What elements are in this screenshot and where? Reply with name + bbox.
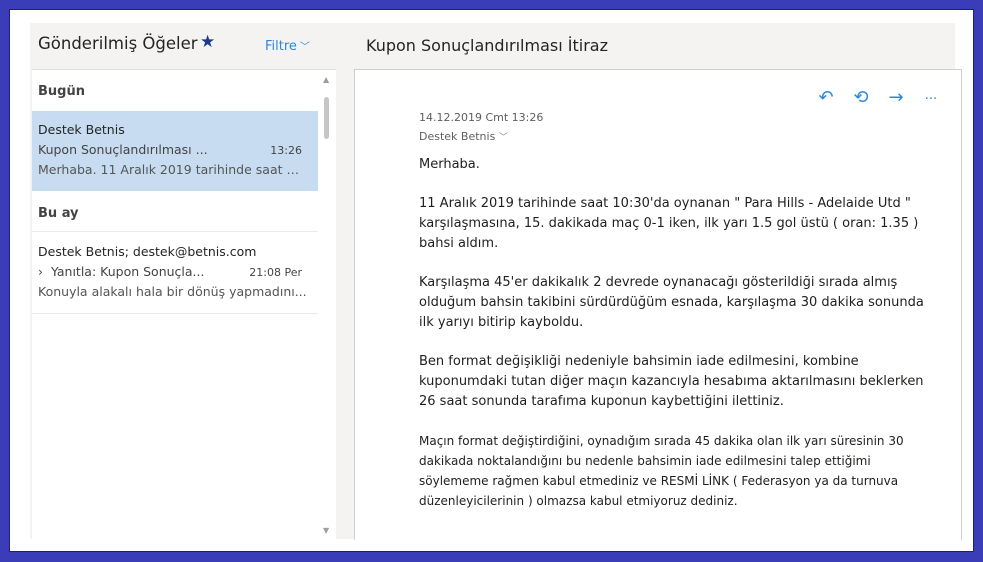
message-subject: Kupon Sonuçlandırılması ... <box>38 142 208 157</box>
reading-pane-header: Kupon Sonuçlandırılması İtiraz <box>344 23 955 69</box>
message-card: ↶ ⟲ → ··· 14.12.2019 Cmt 13:26 Destek Betni… <box>354 69 962 540</box>
message-subject-row: › Yanıtla: Kupon Sonuçla... <box>38 264 228 279</box>
group-header-today: Bugün <box>38 84 85 99</box>
chevron-down-icon: ﹀ <box>498 133 508 143</box>
body-paragraph: Maçın format değiştirdiğini, oynadığım s… <box>419 434 904 508</box>
more-options-icon[interactable]: ··· <box>919 92 943 107</box>
message-date: 14.12.2019 Cmt 13:26 <box>419 111 544 124</box>
message-list-scrollbar[interactable]: ▲ ▼ <box>321 75 333 539</box>
message-subject: Yanıtla: Kupon Sonuçla... <box>50 264 205 279</box>
divider <box>32 231 318 232</box>
folder-title: Gönderilmiş Öğeler <box>38 34 198 53</box>
message-sender: Destek Betnis <box>38 122 125 137</box>
window-frame: Gönderilmiş Öğeler ★ Filtre ﹀ Bugün Deste… <box>9 9 974 552</box>
divider <box>32 313 318 314</box>
reading-subject: Kupon Sonuçlandırılması İtiraz <box>366 36 608 55</box>
reply-icon[interactable]: ↶ <box>814 87 838 108</box>
message-item[interactable]: Destek Betnis; destek@betnis.com › Yanıt… <box>32 233 318 313</box>
message-time: 21:08 Per <box>249 266 302 279</box>
message-sender: Destek Betnis; destek@betnis.com <box>38 244 257 259</box>
group-header-this-month: Bu ay <box>38 206 79 221</box>
scroll-up-icon[interactable]: ▲ <box>323 75 329 84</box>
scroll-down-icon[interactable]: ▼ <box>323 526 329 535</box>
body-paragraph: 11 Aralık 2019 tarihinde saat 10:30'da o… <box>419 196 919 251</box>
message-body: Merhaba. 11 Aralık 2019 tarihinde saat 1… <box>419 155 929 530</box>
filter-label: Filtre <box>265 39 297 54</box>
favorite-star-icon[interactable]: ★ <box>200 32 215 52</box>
sender-name: Destek Betnis <box>419 130 496 143</box>
reply-indicator-icon: › <box>38 264 43 279</box>
message-preview: Konuyla alakalı hala bir dönüş yapmadını… <box>38 284 307 299</box>
message-list-header: Gönderilmiş Öğeler ★ Filtre ﹀ <box>32 23 336 70</box>
message-list-pane: Gönderilmiş Öğeler ★ Filtre ﹀ Bugün Deste… <box>32 23 336 539</box>
mail-app: Gönderilmiş Öğeler ★ Filtre ﹀ Bugün Deste… <box>30 23 962 540</box>
filter-button[interactable]: Filtre ﹀ <box>265 38 310 54</box>
message-actions: ↶ ⟲ → ··· <box>803 87 943 108</box>
body-paragraph: Ben format değişikliği nedeniyle bahsimi… <box>419 354 924 409</box>
forward-icon[interactable]: → <box>884 87 908 108</box>
scrollbar-thumb[interactable] <box>324 97 329 139</box>
message-item[interactable]: Destek Betnis Kupon Sonuçlandırılması ..… <box>32 111 318 191</box>
message-sender-row[interactable]: Destek Betnis ﹀ <box>419 130 508 143</box>
reply-all-icon[interactable]: ⟲ <box>849 87 873 108</box>
message-time: 13:26 <box>270 144 302 157</box>
message-preview: Merhaba. 11 Aralık 2019 tarihinde saat 1… <box>38 162 302 177</box>
body-paragraph: Karşılaşma 45'er dakikalık 2 devrede oyn… <box>419 275 924 330</box>
chevron-down-icon: ﹀ <box>299 42 310 53</box>
body-paragraph: Merhaba. <box>419 157 480 172</box>
